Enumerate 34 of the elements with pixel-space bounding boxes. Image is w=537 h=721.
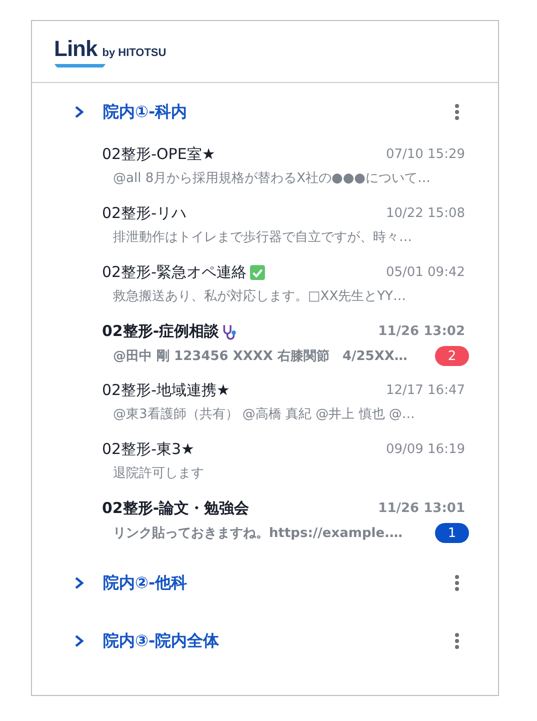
message-preview: 排泄動作はトイレまで歩行器で自立ですが、時々… (113, 229, 413, 246)
message-preview: @東3看護師（共有） @高橋 真紀 @井上 慎也 @… (113, 406, 416, 423)
channel-name[interactable]: 02整形-東3★ (102, 440, 194, 459)
more-icon[interactable] (454, 574, 460, 592)
message-preview: 退院許可します (113, 465, 205, 482)
stethoscope-icon (221, 323, 238, 340)
logo-byline: by HITOTSU (102, 46, 166, 58)
channel-name[interactable]: 02整形-論文・勉強会 (102, 499, 250, 518)
check-icon (248, 264, 266, 281)
channel-name[interactable]: 02整形-症例相談 (102, 322, 220, 341)
message-time: 11/26 13:01 (378, 501, 465, 516)
message-time: 07/10 15:29 (386, 147, 465, 162)
message-time: 09/09 16:19 (386, 442, 465, 457)
message-time: 11/26 13:02 (378, 324, 465, 339)
unread-count: 2 (435, 346, 469, 366)
message-preview: 救急搬送あり、私が対応します。□XX先生とYY… (113, 288, 407, 305)
channel-name[interactable]: 02整形-OPE室★ (102, 145, 216, 164)
more-icon[interactable] (454, 103, 460, 121)
group-label[interactable]: 院内②-他科 (103, 572, 454, 594)
message-time: 12/17 16:47 (386, 383, 465, 398)
more-icon[interactable] (454, 632, 460, 650)
message-preview: @田中 剛 123456 XXXX 右膝関節 4/25XX… (113, 348, 408, 365)
logo-name: Link (54, 36, 98, 62)
message-preview: リンク貼っておきますね。https://example.… (113, 525, 404, 542)
group-label[interactable]: 院内①-科内 (103, 102, 454, 122)
channel-name[interactable]: 02整形-地域連携★ (102, 381, 230, 400)
message-time: 10/22 15:08 (386, 206, 465, 221)
message-preview: @all 8月から採用規格が替わるX社の●●●について… (113, 170, 432, 187)
group-label[interactable]: 院内③-院内全体 (103, 630, 454, 652)
unread-count: 1 (435, 523, 469, 543)
channel-name[interactable]: 02整形-緊急オペ連絡 (102, 263, 246, 282)
logo-bar (54, 64, 106, 68)
channel-name[interactable]: 02整形-リハ (102, 204, 186, 223)
message-time: 05/01 09:42 (386, 265, 465, 280)
